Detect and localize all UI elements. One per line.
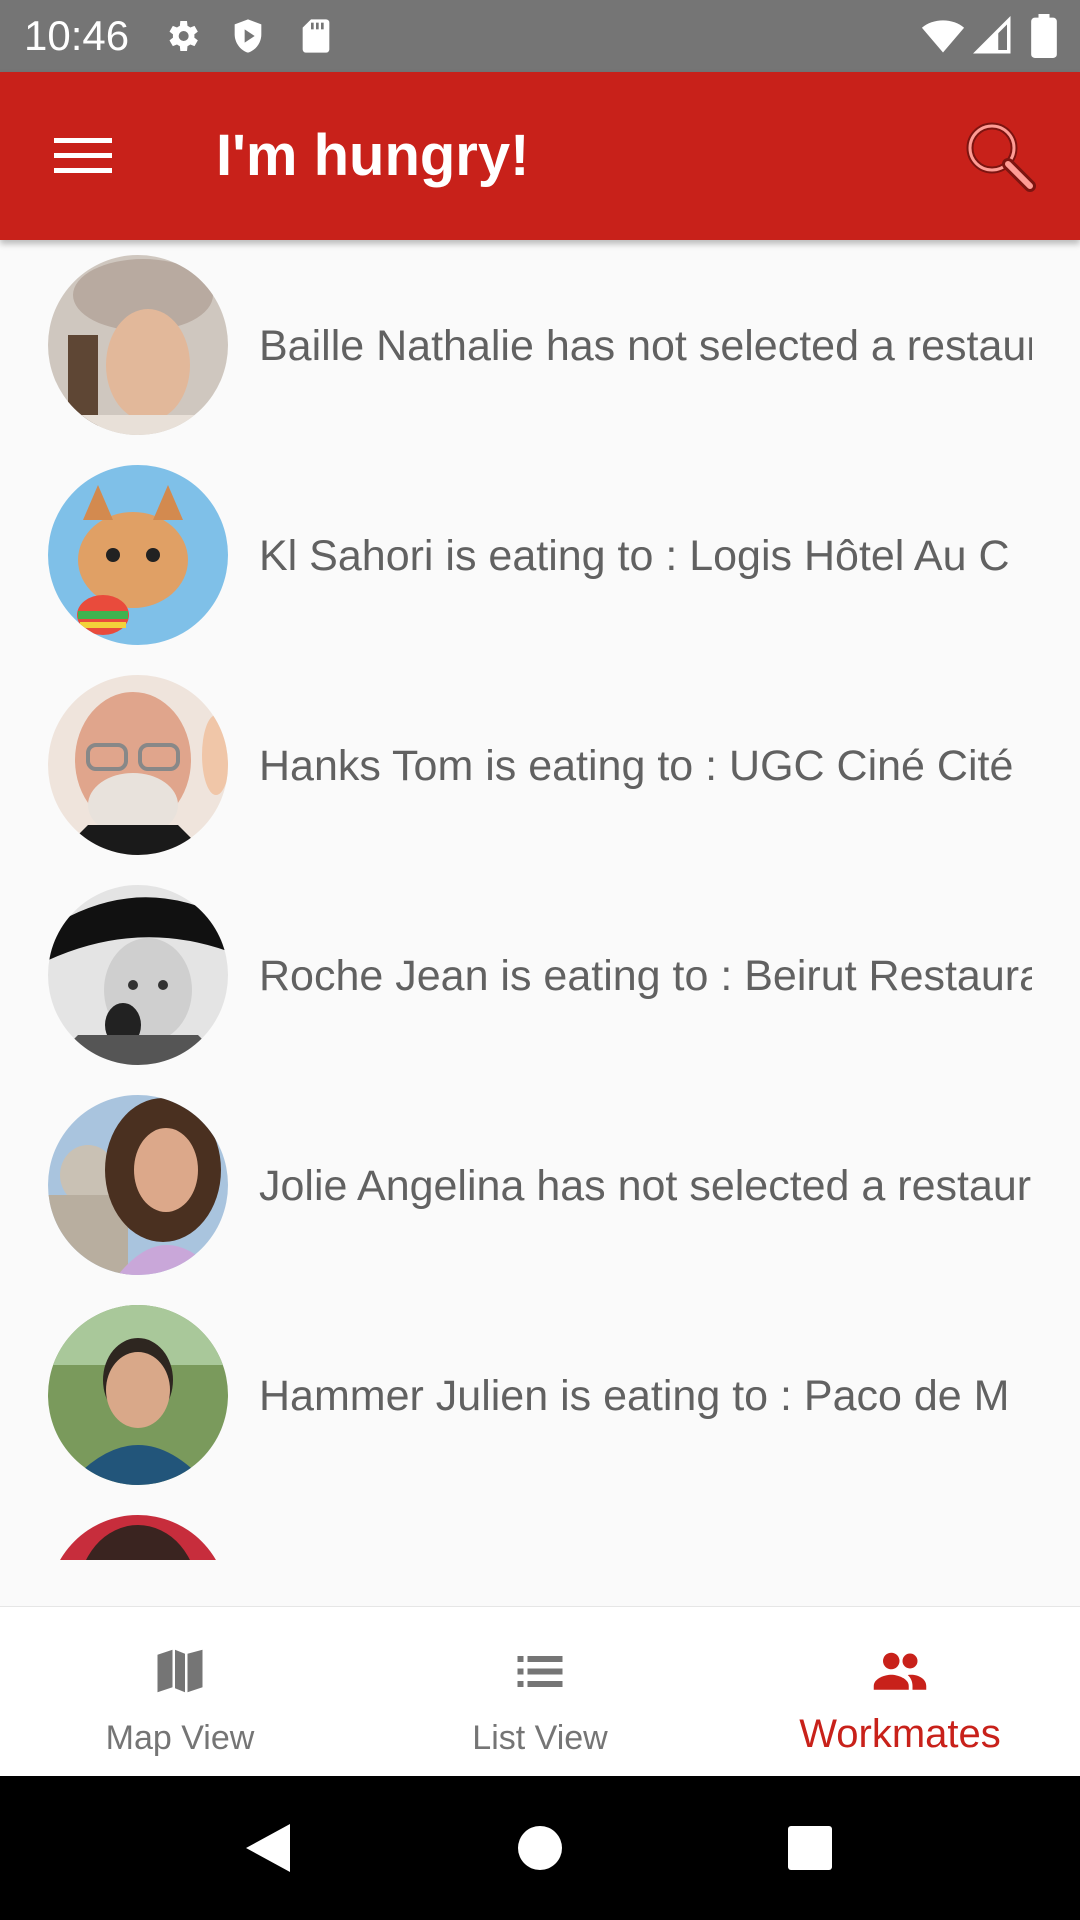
workmates-list[interactable]: Baille Nathalie has not selected a resta…: [0, 240, 1080, 1560]
avatar: [48, 465, 228, 645]
magnifier-search-icon: [966, 122, 1036, 192]
workmate-status-text: Hanks Tom is eating to : UGC Ciné Cité: [259, 742, 1014, 790]
workmate-status-text: Kl Sahori is eating to : Logis Hôtel Au …: [259, 532, 1010, 580]
workmate-list-item[interactable]: [0, 1500, 1080, 1560]
list-icon: [517, 1656, 563, 1687]
workmate-list-item[interactable]: Hanks Tom is eating to : UGC Ciné Cité: [0, 660, 1080, 870]
wifi-icon: [921, 20, 965, 53]
battery-icon: [1031, 14, 1057, 58]
back-button[interactable]: [232, 1812, 304, 1884]
system-navigation-bar: [0, 1776, 1080, 1920]
workmate-list-item[interactable]: Baille Nathalie has not selected a resta…: [0, 240, 1080, 450]
workmate-status-text: Baille Nathalie has not selected a resta…: [259, 322, 1032, 370]
map-icon: [157, 1649, 203, 1693]
workmate-status-text: Roche Jean is eating to : Beirut Restaur…: [259, 952, 1032, 1000]
tab-list-view[interactable]: List View: [360, 1607, 720, 1775]
back-icon: [246, 1824, 290, 1872]
workmate-list-item[interactable]: Jolie Angelina has not selected a restau…: [0, 1080, 1080, 1290]
workmate-list-item[interactable]: Kl Sahori is eating to : Logis Hôtel Au …: [0, 450, 1080, 660]
bottom-navigation: Map View List View Workmates: [0, 1606, 1080, 1776]
avatar: [48, 885, 228, 1065]
avatar: [48, 675, 228, 855]
avatar: [48, 255, 228, 435]
shield-icon: [234, 19, 262, 53]
recents-icon: [788, 1826, 832, 1870]
hamburger-menu-icon: [54, 138, 112, 173]
tab-workmates[interactable]: Workmates: [720, 1607, 1080, 1775]
home-button[interactable]: [504, 1812, 576, 1884]
tab-label: List View: [472, 1719, 608, 1757]
workmate-list-item[interactable]: Hammer Julien is eating to : Paco de M: [0, 1290, 1080, 1500]
menu-button[interactable]: [36, 120, 132, 192]
app-bar: I'm hungry!: [0, 72, 1080, 240]
avatar: [48, 1095, 228, 1275]
gear-icon: [169, 21, 198, 51]
workmate-status-text: Jolie Angelina has not selected a restau…: [259, 1162, 1032, 1210]
avatar: [48, 1515, 228, 1560]
tab-label: Workmates: [799, 1712, 1001, 1756]
recents-button[interactable]: [774, 1812, 846, 1884]
page-title: I'm hungry!: [216, 123, 530, 188]
sd-card-icon: [302, 19, 330, 53]
workmate-status-text: Hammer Julien is eating to : Paco de M: [259, 1372, 1010, 1420]
avatar: [48, 1305, 228, 1485]
cell-signal-icon: [973, 16, 1011, 54]
workmate-list-item[interactable]: Roche Jean is eating to : Beirut Restaur…: [0, 870, 1080, 1080]
tab-label: Map View: [105, 1719, 255, 1757]
search-button[interactable]: [952, 108, 1048, 204]
tab-map-view[interactable]: Map View: [0, 1607, 360, 1775]
status-bar: 10:46: [0, 0, 1080, 72]
status-time: 10:46: [24, 12, 130, 59]
home-icon: [518, 1826, 562, 1870]
people-icon: [873, 1652, 927, 1690]
